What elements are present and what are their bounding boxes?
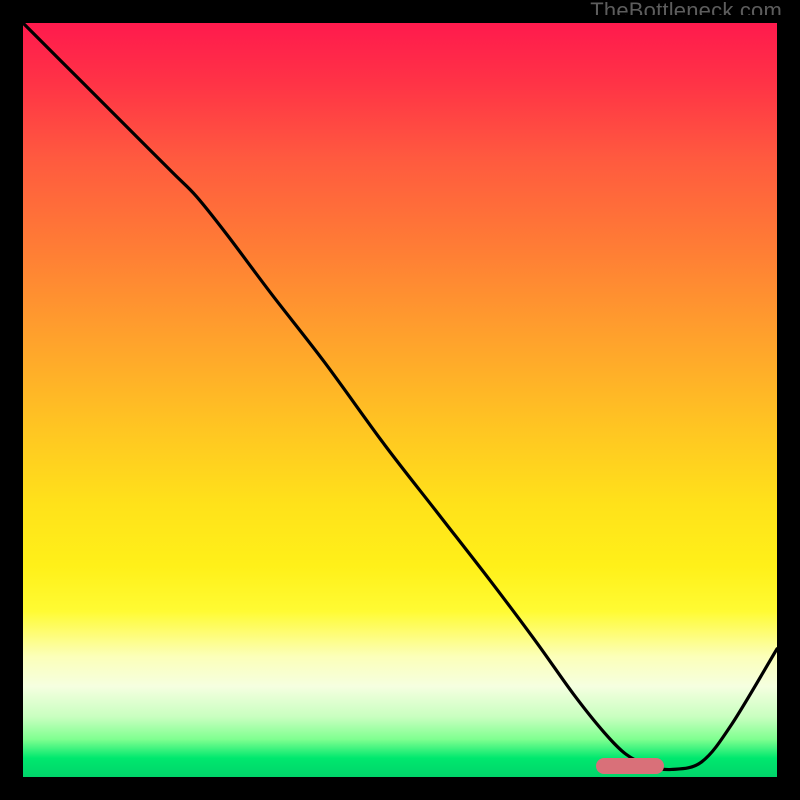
optimal-range-marker <box>596 758 664 774</box>
chart-frame <box>15 15 785 785</box>
bottleneck-curve <box>23 23 777 777</box>
plot-area <box>23 23 777 777</box>
